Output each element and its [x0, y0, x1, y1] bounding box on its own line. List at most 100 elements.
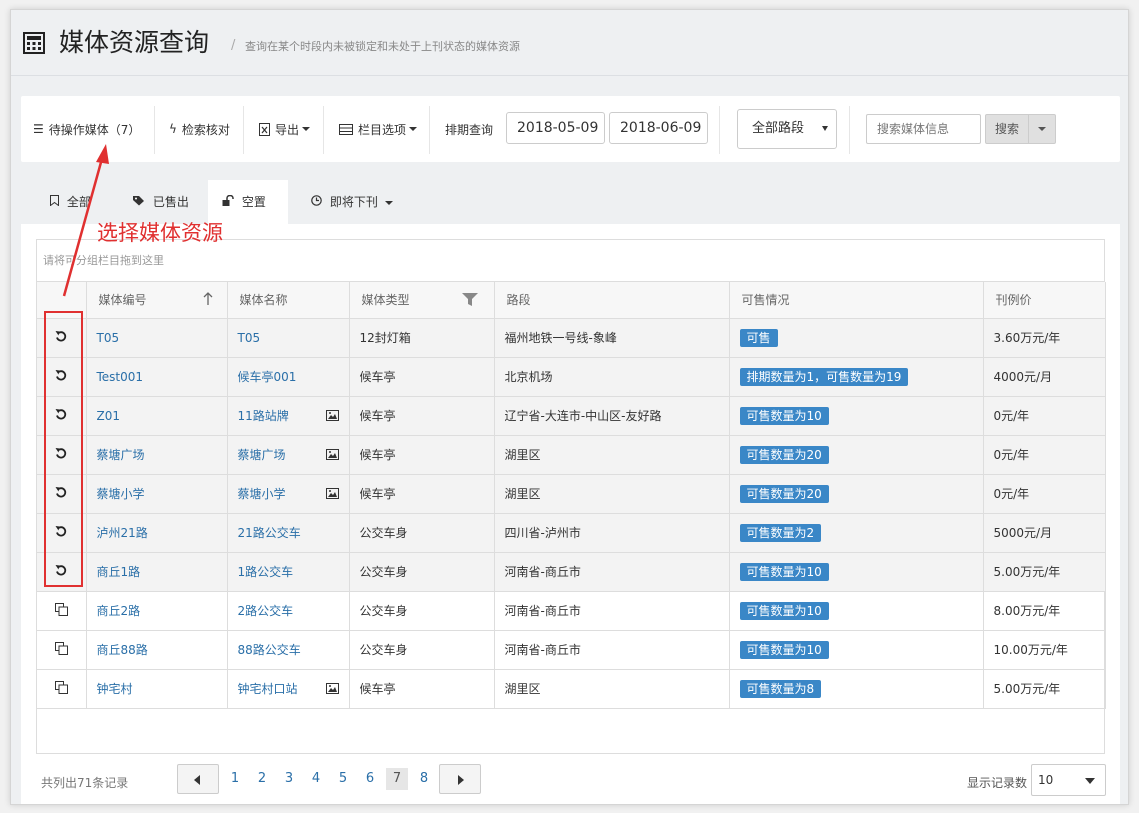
image-icon[interactable] [325, 682, 339, 694]
check-button[interactable]: ϟ 检索核对 [169, 96, 230, 162]
copy-icon[interactable] [54, 680, 68, 694]
media-name-cell[interactable]: 蔡塘广场 [227, 435, 350, 475]
column-header-type[interactable]: 媒体类型 [349, 282, 495, 319]
page-number-2[interactable]: 2 [251, 764, 273, 794]
table-row[interactable]: Test001 候车亭001 候车亭 北京机场 排期数量为1，可售数量为19 4000元/… [37, 357, 1106, 397]
media-type-cell: 公交车身 [349, 630, 495, 670]
copy-icon[interactable] [54, 602, 68, 616]
table-row[interactable]: 蔡塘小学 蔡塘小学 候车亭 湖里区 可售数量为20 0元/年 [37, 474, 1106, 514]
table-row[interactable]: 泸州21路 21路公交车 公交车身 四川省-泸州市 可售数量为2 5000元/月 [37, 513, 1106, 553]
columns-button[interactable]: 栏目选项 [339, 96, 418, 162]
media-type-cell: 公交车身 [349, 552, 495, 592]
media-name-cell[interactable]: 钟宅村口站 [227, 669, 350, 709]
media-code-cell-text[interactable]: Z01 [97, 409, 121, 423]
media-name-cell-text[interactable]: 1路公交车 [238, 565, 294, 579]
end-date-input[interactable]: 2018-06-09 [609, 112, 708, 144]
media-name-cell[interactable]: 蔡塘小学 [227, 474, 350, 514]
media-code-cell[interactable]: 蔡塘广场 [86, 435, 228, 475]
table-row[interactable]: 商丘2路 2路公交车 公交车身 河南省-商丘市 可售数量为10 8.00万元/年 [37, 591, 1106, 631]
export-button[interactable]: 导出 [259, 96, 311, 162]
media-name-cell[interactable]: 88路公交车 [227, 630, 350, 670]
media-name-cell[interactable]: 11路站牌 [227, 396, 350, 436]
media-name-cell[interactable]: 2路公交车 [227, 591, 350, 631]
image-icon[interactable] [325, 448, 339, 460]
column-header-route[interactable]: 路段 [494, 282, 730, 319]
column-header-name[interactable]: 媒体名称 [227, 282, 350, 319]
media-code-cell-text[interactable]: 商丘88路 [97, 643, 148, 657]
media-code-cell[interactable]: 泸州21路 [86, 513, 228, 553]
table-row[interactable]: T05 T05 12封灯箱 福州地铁一号线-象峰 可售 3.60万元/年 [37, 318, 1106, 358]
row-action-cell[interactable] [37, 669, 87, 709]
sort-up-icon[interactable] [203, 292, 213, 306]
media-code-cell[interactable]: 钟宅村 [86, 669, 228, 709]
media-code-cell-text[interactable]: 商丘1路 [97, 565, 141, 579]
media-code-cell-text[interactable]: Test001 [97, 370, 144, 384]
media-code-cell-text[interactable]: 蔡塘广场 [97, 448, 145, 462]
table-row[interactable]: Z01 11路站牌 候车亭 辽宁省-大连市-中山区-友好路 可售数量为10 0元/年 [37, 396, 1106, 436]
media-name-cell[interactable]: 候车亭001 [227, 357, 350, 397]
tab-expiring[interactable]: 即将下刊 [297, 180, 407, 224]
row-action-cell[interactable] [37, 591, 87, 631]
media-code-cell[interactable]: 商丘88路 [86, 630, 228, 670]
page-number-1[interactable]: 1 [224, 764, 246, 794]
media-code-cell[interactable]: 蔡塘小学 [86, 474, 228, 514]
media-name-cell-text[interactable]: 钟宅村口站 [238, 682, 298, 696]
page-number-6[interactable]: 6 [359, 764, 381, 794]
table-row[interactable]: 钟宅村 钟宅村口站 候车亭 湖里区 可售数量为8 5.00万元/年 [37, 669, 1106, 709]
media-name-cell-text[interactable]: 21路公交车 [238, 526, 301, 540]
media-code-cell-text[interactable]: 钟宅村 [97, 682, 133, 696]
media-type-cell: 公交车身 [349, 591, 495, 631]
image-icon[interactable] [325, 409, 339, 421]
perpage-select[interactable]: 10 [1031, 764, 1106, 796]
media-code-cell-text[interactable]: T05 [97, 331, 120, 345]
table-row[interactable]: 商丘88路 88路公交车 公交车身 河南省-商丘市 可售数量为10 10.00万元/年 [37, 630, 1106, 670]
media-code-cell[interactable]: Test001 [86, 357, 228, 397]
column-header-code[interactable]: 媒体编号 [86, 282, 228, 319]
media-name-cell-text[interactable]: 11路站牌 [238, 409, 289, 423]
column-header-status[interactable]: 可售情况 [729, 282, 984, 319]
copy-icon[interactable] [54, 641, 68, 655]
table-row[interactable]: 商丘1路 1路公交车 公交车身 河南省-商丘市 可售数量为10 5.00万元/年 [37, 552, 1106, 592]
column-header-price[interactable]: 刊例价 [983, 282, 1106, 319]
media-name-cell-text[interactable]: 蔡塘广场 [238, 448, 286, 462]
pending-media-button[interactable]: ☰ 待操作媒体（7） [33, 96, 140, 162]
route-cell: 河南省-商丘市 [494, 591, 730, 631]
media-name-cell[interactable]: 21路公交车 [227, 513, 350, 553]
media-name-cell-text[interactable]: 2路公交车 [238, 604, 294, 618]
route-select[interactable]: 全部路段 [737, 109, 837, 149]
page-number-5[interactable]: 5 [332, 764, 354, 794]
media-name-cell-text[interactable]: 蔡塘小学 [238, 487, 286, 501]
search-button[interactable]: 搜索 [985, 114, 1029, 144]
table-row[interactable]: 蔡塘广场 蔡塘广场 候车亭 湖里区 可售数量为20 0元/年 [37, 435, 1106, 475]
media-name-cell[interactable]: 1路公交车 [227, 552, 350, 592]
start-date-input[interactable]: 2018-05-09 [506, 112, 605, 144]
prev-page-button[interactable] [177, 764, 219, 794]
media-name-cell-text[interactable]: T05 [238, 331, 261, 345]
media-name-cell-text[interactable]: 88路公交车 [238, 643, 301, 657]
media-code-cell[interactable]: T05 [86, 318, 228, 358]
image-icon[interactable] [325, 487, 339, 499]
page-number-3[interactable]: 3 [278, 764, 300, 794]
media-code-cell[interactable]: Z01 [86, 396, 228, 436]
media-code-cell[interactable]: 商丘1路 [86, 552, 228, 592]
media-code-cell-text[interactable]: 蔡塘小学 [97, 487, 145, 501]
filter-icon[interactable] [461, 293, 478, 306]
media-code-cell[interactable]: 商丘2路 [86, 591, 228, 631]
pagination: 共列出71条记录 12345678 显示记录数 10 [21, 764, 1120, 800]
row-action-cell[interactable] [37, 630, 87, 670]
price-cell-text: 0元/年 [993, 448, 1030, 462]
media-code-cell-text[interactable]: 泸州21路 [97, 526, 148, 540]
route-cell-text: 河南省-商丘市 [504, 643, 581, 657]
media-name-cell-text[interactable]: 候车亭001 [238, 370, 297, 384]
page-number-7[interactable]: 7 [386, 768, 408, 790]
media-name-cell[interactable]: T05 [227, 318, 350, 358]
media-code-cell-text[interactable]: 商丘2路 [97, 604, 141, 618]
page-number-4[interactable]: 4 [305, 764, 327, 794]
next-page-button[interactable] [439, 764, 481, 794]
status-badge-cell-text: 可售数量为10 [739, 601, 829, 620]
search-input[interactable]: 搜索媒体信息 [866, 114, 981, 144]
search-dropdown-button[interactable] [1028, 114, 1056, 144]
route-cell: 湖里区 [494, 474, 730, 514]
tab-all[interactable]: 全部 [36, 180, 105, 224]
page-number-8[interactable]: 8 [413, 764, 435, 794]
